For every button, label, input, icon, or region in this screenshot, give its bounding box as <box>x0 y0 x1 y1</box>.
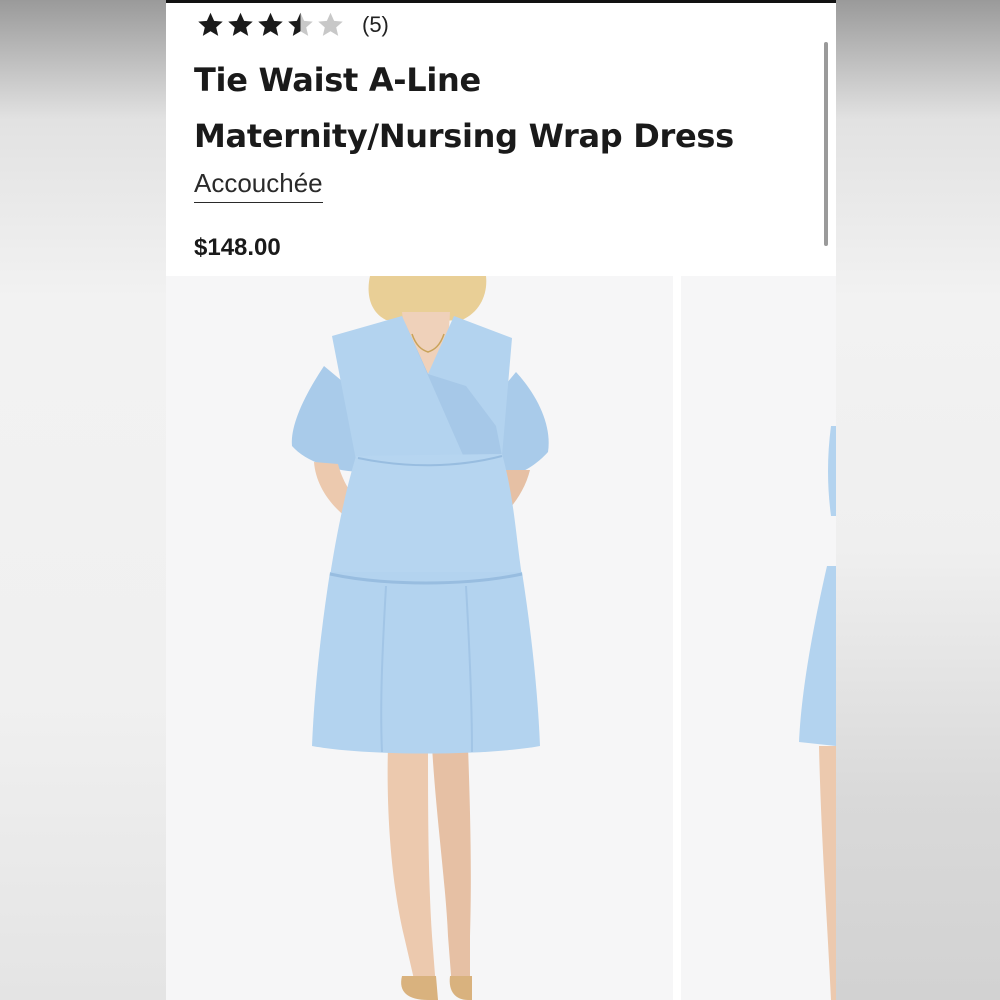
screen-top-edge <box>166 0 836 3</box>
dress-photo-front <box>166 276 673 1000</box>
star-icon <box>228 12 253 36</box>
dress-photo-side <box>681 276 836 1000</box>
product-screen: (5) Tie Waist A-Line Maternity/Nursing W… <box>166 0 836 1000</box>
half-star-icon <box>288 12 313 36</box>
product-title-line1: Tie Waist A-Line <box>194 61 481 99</box>
product-title: Tie Waist A-Line Maternity/Nursing Wrap … <box>194 52 794 164</box>
brand-link[interactable]: Accouchée <box>194 168 323 203</box>
product-title-line2: Maternity/Nursing Wrap Dress <box>194 117 734 155</box>
product-image-gallery[interactable] <box>166 276 836 1000</box>
product-image-main[interactable] <box>166 276 673 1000</box>
star-icon <box>198 12 223 36</box>
rating-stars <box>196 11 346 39</box>
background-left <box>0 0 166 1000</box>
product-rating[interactable]: (5) <box>196 10 389 40</box>
scrollbar[interactable] <box>824 42 828 246</box>
review-count[interactable]: (5) <box>362 12 389 38</box>
background-right <box>836 0 1000 1000</box>
star-icon <box>258 12 283 36</box>
empty-star-icon <box>318 12 343 36</box>
product-price: $148.00 <box>194 234 281 261</box>
product-image-next[interactable] <box>681 276 836 1000</box>
